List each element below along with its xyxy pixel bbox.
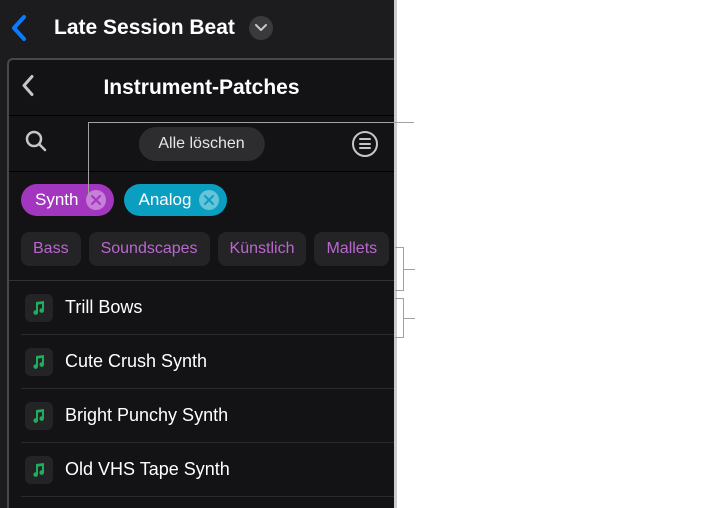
patch-name: Bright Punchy Synth — [65, 405, 228, 426]
active-tag-synth[interactable]: Synth — [21, 184, 114, 216]
list-item[interactable]: Old VHS Tape Synth — [21, 443, 394, 497]
patch-name: Trill Bows — [65, 297, 142, 318]
browser-inner: Instrument-Patches Alle löschen Synth An… — [7, 58, 394, 508]
patch-name: Cute Crush Synth — [65, 351, 207, 372]
active-tag-analog[interactable]: Analog — [124, 184, 227, 216]
back-icon[interactable] — [21, 74, 35, 101]
list-item[interactable]: Cute Crush Synth — [21, 335, 394, 389]
annotation-bracket — [403, 298, 404, 338]
project-header: Late Session Beat — [0, 0, 394, 56]
browser-title: Instrument-Patches — [9, 76, 394, 100]
close-icon[interactable] — [86, 190, 106, 210]
music-note-icon — [25, 348, 53, 376]
list-item[interactable]: Trill Bows — [21, 281, 394, 335]
tag-label: Synth — [35, 190, 78, 210]
list-options-icon[interactable] — [352, 131, 378, 157]
list-item[interactable]: Bright Punchy Synth — [21, 389, 394, 443]
back-icon[interactable] — [10, 14, 28, 42]
chip-kuenstlich[interactable]: Künstlich — [218, 232, 307, 266]
browser-subheader: Instrument-Patches — [9, 60, 394, 116]
music-note-icon — [25, 456, 53, 484]
music-note-icon — [25, 402, 53, 430]
annotation-leader — [88, 122, 414, 123]
annotation-bracket — [403, 247, 404, 291]
sound-browser-panel: Late Session Beat Instrument-Patches All… — [0, 0, 397, 508]
project-title: Late Session Beat — [54, 16, 235, 40]
annotation-leader — [88, 122, 89, 196]
close-icon[interactable] — [199, 190, 219, 210]
toolbar-row: Alle löschen — [9, 116, 394, 172]
suggestion-chip-row[interactable]: Bass Soundscapes Künstlich Mallets Percu… — [9, 228, 394, 281]
chip-soundscapes[interactable]: Soundscapes — [89, 232, 210, 266]
patch-name: Old VHS Tape Synth — [65, 459, 230, 480]
chip-mallets[interactable]: Mallets — [314, 232, 389, 266]
active-tag-row: Synth Analog — [9, 172, 394, 228]
tag-label: Analog — [138, 190, 191, 210]
music-note-icon — [25, 294, 53, 322]
patch-list: Trill Bows Cute Crush Synth Bright Punch… — [9, 281, 394, 497]
clear-all-button[interactable]: Alle löschen — [138, 127, 264, 161]
chip-bass[interactable]: Bass — [21, 232, 81, 266]
search-icon[interactable] — [25, 130, 47, 157]
chevron-down-icon[interactable] — [249, 16, 273, 40]
